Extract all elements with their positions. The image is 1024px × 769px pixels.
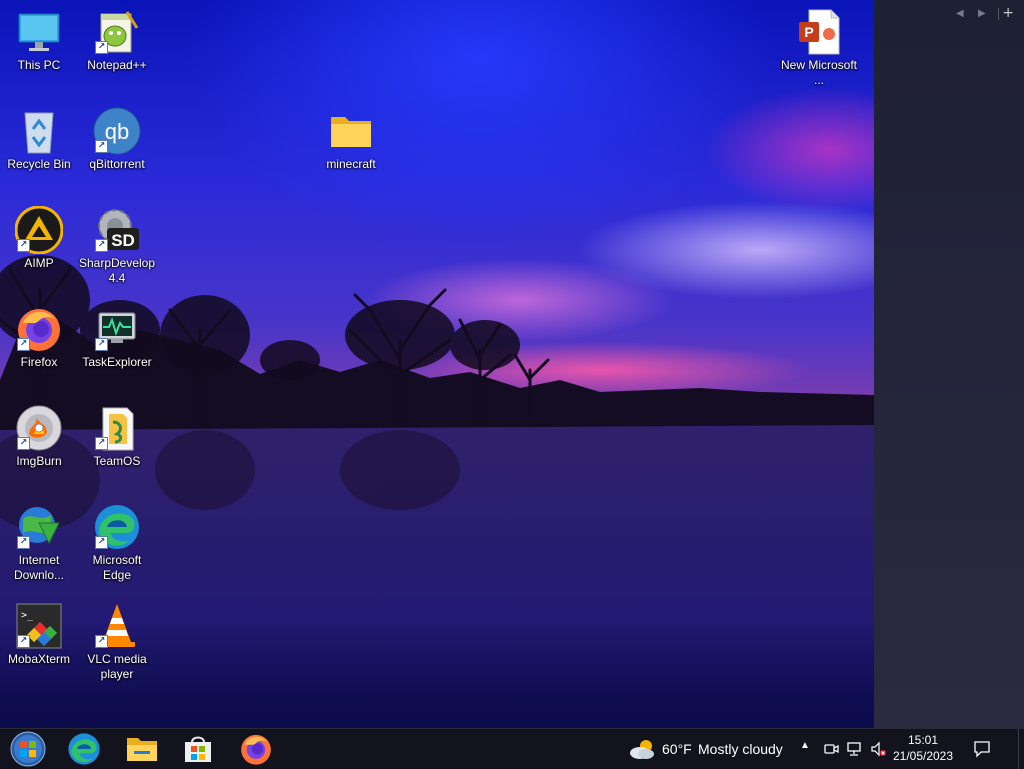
clock-time: 15:01 — [907, 733, 939, 747]
desktop-icon-qbittorrent[interactable]: qb ↗ qBittorrent — [78, 107, 156, 172]
desktop-icon-aimp[interactable]: ↗ AIMP — [0, 205, 78, 271]
svg-text:qb: qb — [105, 119, 129, 144]
desktop-icon-label: minecraft — [326, 157, 376, 171]
weather-temperature: 60°F — [662, 741, 692, 757]
add-button[interactable]: + — [1002, 5, 1014, 21]
desktop-icon-label: Notepad++ — [87, 58, 147, 72]
clock-date: 21/05/2023 — [892, 749, 954, 763]
network-icon[interactable] — [847, 741, 863, 757]
shortcut-arrow-icon: ↗ — [95, 338, 108, 351]
show-desktop-button[interactable] — [1018, 729, 1024, 769]
firefox-icon: ↗ — [15, 305, 63, 353]
desktop-icon-recycle-bin[interactable]: Recycle Bin — [0, 107, 78, 172]
desktop-icon-label: VLC media player — [87, 652, 147, 681]
svg-text:P: P — [804, 24, 813, 40]
desktop-icon-label: TeamOS — [93, 454, 141, 468]
desktop-icon-vlc[interactable]: ↗ VLC media player — [78, 602, 156, 682]
cloudy-icon — [630, 740, 654, 759]
desktop-icon-label: qBittorrent — [89, 157, 145, 171]
desktop-icon-label: Recycle Bin — [7, 157, 71, 171]
shortcut-arrow-icon: ↗ — [17, 437, 30, 450]
desktop-icon-label: TaskExplorer — [82, 355, 152, 369]
taskbar-store-button[interactable] — [170, 729, 226, 769]
svg-text:SD: SD — [111, 231, 135, 250]
vlc-icon: ↗ — [93, 602, 141, 650]
internet-download-manager-icon: ↗ — [15, 503, 63, 551]
shortcut-arrow-icon: ↗ — [17, 239, 30, 252]
action-center-icon[interactable] — [973, 740, 991, 758]
edge-icon: ↗ — [93, 503, 141, 551]
desktop-icon-imgburn[interactable]: ↗ ImgBurn — [0, 404, 78, 469]
desktop-icon-taskexplorer[interactable]: ↗ TaskExplorer — [78, 305, 156, 370]
desktop-icon-label: Internet Downlo... — [13, 553, 65, 582]
desktop-icon-teamos[interactable]: ↗ TeamOS — [78, 404, 156, 469]
prev-arrow-button[interactable]: ◀ — [956, 8, 964, 19]
shortcut-arrow-icon: ↗ — [95, 239, 108, 252]
weather-condition: Mostly cloudy — [698, 741, 783, 757]
desktop-icon-label: MobaXterm — [7, 652, 71, 666]
side-panel: ◀ ▶ + — [874, 0, 1024, 728]
taskexplorer-icon: ↗ — [93, 305, 141, 353]
microsoft-store-icon — [185, 736, 211, 762]
shortcut-arrow-icon: ↗ — [17, 635, 30, 648]
mobaxterm-icon: >_ ↗ — [15, 602, 63, 650]
taskbar-file-explorer-button[interactable] — [114, 729, 170, 769]
clock[interactable]: 15:01 21/05/2023 — [888, 732, 958, 764]
file-explorer-icon — [127, 738, 157, 761]
shortcut-arrow-icon: ↗ — [17, 338, 30, 351]
meet-now-icon[interactable] — [823, 741, 839, 757]
panel-divider — [998, 8, 999, 20]
desktop-icon-label: AIMP — [24, 256, 54, 270]
taskbar-firefox-button[interactable] — [228, 729, 284, 769]
shortcut-arrow-icon: ↗ — [95, 437, 108, 450]
sharpdevelop-icon: SD ↗ — [93, 206, 141, 254]
shortcut-arrow-icon: ↗ — [95, 140, 108, 153]
desktop-icon-label: Firefox — [20, 355, 58, 369]
powerpoint-icon: P — [795, 8, 843, 56]
shortcut-arrow-icon: ↗ — [95, 41, 108, 54]
this-pc-icon — [15, 8, 63, 56]
desktop-icon-sharpdevelop[interactable]: SD ↗ SharpDevelop 4.4 — [78, 206, 156, 286]
desktop-icon-internet-download-manager[interactable]: ↗ Internet Downlo... — [0, 503, 78, 583]
desktop-icon-mobaxterm[interactable]: >_ ↗ MobaXterm — [0, 602, 78, 667]
show-hidden-icons-button[interactable]: ▲ — [800, 740, 810, 751]
taskbar-edge-button[interactable] — [56, 729, 112, 769]
desktop-icon-minecraft-folder[interactable]: minecraft — [312, 107, 390, 172]
recycle-bin-icon — [15, 107, 63, 155]
weather-widget[interactable]: 60°F Mostly cloudy — [624, 729, 792, 769]
desktop-icon-label: Microsoft Edge — [92, 553, 142, 582]
shortcut-arrow-icon: ↗ — [95, 635, 108, 648]
desktop-icon-this-pc[interactable]: This PC — [0, 8, 78, 73]
folder-icon — [327, 107, 375, 155]
teamos-icon: ↗ — [93, 404, 141, 452]
aimp-icon: ↗ — [14, 205, 64, 255]
desktop-icon-new-powerpoint[interactable]: P New Microsoft ... — [780, 8, 858, 88]
shortcut-arrow-icon: ↗ — [17, 536, 30, 549]
taskbar: 60°F Mostly cloudy ▲ 15:01 21/05/2023 — [0, 728, 1024, 769]
firefox-icon — [241, 734, 271, 765]
desktop-icon-label: New Microsoft ... — [780, 58, 857, 87]
edge-icon — [68, 733, 100, 765]
shortcut-arrow-icon: ↗ — [95, 536, 108, 549]
desktop-icon-label: This PC — [17, 58, 61, 72]
start-orb-icon — [10, 731, 46, 767]
desktop-icon-microsoft-edge[interactable]: ↗ Microsoft Edge — [78, 503, 156, 583]
imgburn-icon: ↗ — [15, 404, 63, 452]
volume-muted-icon[interactable] — [870, 741, 886, 757]
svg-text:>_: >_ — [21, 610, 34, 621]
next-arrow-button[interactable]: ▶ — [978, 8, 986, 19]
desktop-icon-notepad-plus-plus[interactable]: ↗ Notepad++ — [78, 8, 156, 73]
desktop-icon-label: SharpDevelop 4.4 — [78, 256, 156, 285]
desktop-icon-firefox[interactable]: ↗ Firefox — [0, 305, 78, 370]
qbittorrent-icon: qb ↗ — [93, 107, 141, 155]
notepad-plus-plus-icon: ↗ — [93, 8, 141, 56]
start-button[interactable] — [0, 729, 56, 769]
desktop-icon-label: ImgBurn — [16, 454, 62, 468]
